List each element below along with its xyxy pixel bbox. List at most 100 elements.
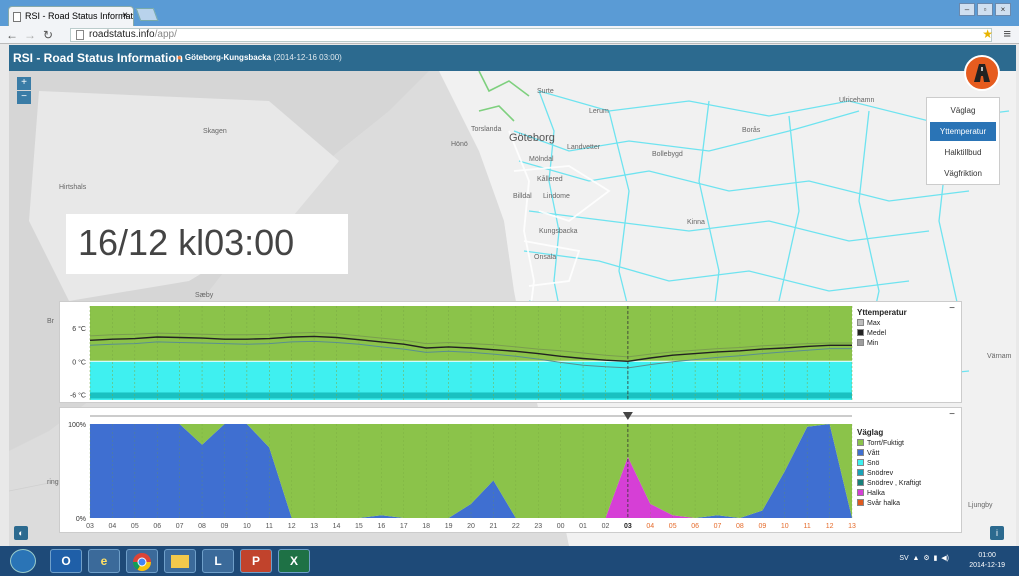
browser-tab[interactable]: RSI - Road Status Informat ×	[8, 6, 134, 26]
x-tick-label: 06	[691, 523, 699, 530]
layer-button-vaglag[interactable]: Väglag	[930, 101, 996, 120]
page-icon	[13, 12, 21, 22]
x-tick-label: 03	[86, 523, 94, 530]
outlook-taskbar-button[interactable]: O	[50, 549, 82, 573]
legend-swatch	[857, 459, 864, 466]
x-tick-label: 13	[310, 523, 318, 530]
road-legend-title: Väglag	[857, 428, 884, 437]
y-tick-label: -6 °C	[70, 391, 86, 399]
location-pin-icon: ●	[177, 53, 182, 62]
x-tick-label: 21	[490, 523, 498, 530]
x-tick-label: 07	[176, 523, 184, 530]
zoom-out-button[interactable]: −	[17, 91, 31, 104]
location-date: (2014-12-16 03:00)	[273, 53, 342, 62]
x-tick-label: 10	[243, 523, 251, 530]
legend-item-min[interactable]: Min	[857, 339, 907, 349]
new-tab-button[interactable]	[135, 8, 159, 21]
legend-label: Snö	[867, 460, 880, 467]
restore-icon[interactable]: ▫	[977, 3, 993, 16]
map-label-br: Br	[47, 318, 54, 325]
legend-label: Svår halka	[867, 500, 901, 507]
map-label-hono: Hönö	[451, 141, 468, 148]
legend-item-halka[interactable]: Halka	[857, 489, 921, 499]
app-logo[interactable]	[964, 55, 1000, 91]
browser-toolbar: ← → ↻ roadstatus.info/app/ ★ ≡	[0, 26, 1019, 44]
location-label[interactable]: ● Göteborg-Kungsbacka (2014-12-16 03:00)	[177, 53, 342, 62]
legend-item-max[interactable]: Max	[857, 319, 907, 329]
forward-icon[interactable]: →	[24, 28, 36, 42]
x-tick-label: 22	[512, 523, 520, 530]
layer-button-halktillbud[interactable]: Halktillbud	[930, 143, 996, 162]
language-indicator[interactable]: SV	[899, 555, 908, 562]
layer-button-yttemperatur[interactable]: Yttemperatur	[930, 122, 996, 141]
legend-item-sno[interactable]: Snö	[857, 459, 921, 469]
x-tick-label: 14	[333, 523, 341, 530]
chrome-taskbar-button[interactable]	[126, 549, 158, 573]
map-label-ulricehamn: Ulricehamn	[839, 97, 875, 104]
url-bar[interactable]: roadstatus.info/app/	[70, 28, 992, 42]
y-tick-label: 0 °C	[72, 358, 86, 366]
bookmark-star-icon[interactable]: ★	[982, 27, 993, 41]
window-controls: – ▫ ×	[959, 3, 1011, 16]
map-label-ljungby: Ljungby	[968, 502, 993, 509]
taskbar-clock[interactable]: 01:00 2014-12-19	[969, 551, 1005, 571]
minimize-icon[interactable]: –	[959, 3, 975, 16]
folder-icon	[171, 555, 189, 568]
windows-taskbar: O e L P X SV ▲ ⚙ ▮ ◀) 01:00 2014-12-19	[0, 546, 1019, 576]
legend-item-svar-halka[interactable]: Svår halka	[857, 499, 921, 509]
close-window-icon[interactable]: ×	[995, 3, 1011, 16]
x-tick-label: 06	[153, 523, 161, 530]
legend-item-torrt[interactable]: Torrt/Fuktigt	[857, 439, 921, 449]
location-name: Göteborg-Kungsbacka	[184, 53, 272, 62]
legend-item-medel[interactable]: Medel	[857, 329, 907, 339]
x-tick-label: 09	[758, 523, 766, 530]
map[interactable]: Skagen Hirtshals Sæby Br ring Göteborg T…	[9, 71, 1016, 546]
x-tick-label: 05	[669, 523, 677, 530]
x-tick-label: 13	[848, 523, 856, 530]
legend-label: Snödrev , Kraftigt	[867, 480, 922, 487]
legend-swatch	[857, 449, 864, 456]
map-label-billdal: Billdal	[513, 193, 532, 200]
back-icon[interactable]: ←	[6, 28, 18, 42]
x-tick-label: 11	[804, 523, 811, 530]
road-condition-chart-panel: 100% 0% 03 04 05 06 07 08 09 10 11 12 13 14 15 16 17 18 19…	[59, 407, 962, 533]
clock-time: 01:00	[978, 552, 996, 559]
legend-item-snodrev[interactable]: Snödrev	[857, 469, 921, 479]
collapse-road-chart-button[interactable]: −	[949, 409, 955, 420]
menu-icon[interactable]: ≡	[1003, 26, 1011, 41]
app-header: RSI - Road Status Information ● Göteborg-…	[9, 45, 1016, 71]
map-label-bollebygd: Bollebygd	[652, 151, 683, 158]
lync-taskbar-button[interactable]: L	[202, 549, 234, 573]
x-tick-label: 09	[221, 523, 229, 530]
x-tick-label: 05	[131, 523, 139, 530]
map-label-landvetter: Landvetter	[567, 144, 601, 151]
powerpoint-taskbar-button[interactable]: P	[240, 549, 272, 573]
temperature-legend: Yttemperatur Max Medel Min	[857, 308, 907, 349]
zoom-in-button[interactable]: +	[17, 77, 31, 90]
legend-item-snodrev-kraftigt[interactable]: Snödrev , Kraftigt	[857, 479, 921, 489]
contrast-toggle-button[interactable]: ◐	[14, 526, 28, 540]
collapse-temp-chart-button[interactable]: −	[949, 303, 955, 314]
x-tick-label: 08	[198, 523, 206, 530]
map-label-skagen: Skagen	[203, 128, 227, 135]
layer-button-vagfriktion[interactable]: Vägfriktion	[930, 164, 996, 183]
start-button[interactable]	[10, 549, 36, 573]
map-label-molndal: Mölndal	[529, 156, 554, 163]
x-tick-label: 19	[445, 523, 453, 530]
x-tick-label: 02	[602, 523, 610, 530]
y-tick-label: 6 °C	[72, 325, 86, 333]
legend-swatch	[857, 329, 864, 336]
chrome-icon	[133, 553, 151, 572]
info-button[interactable]: i	[990, 526, 1004, 540]
reload-icon[interactable]: ↻	[43, 28, 53, 42]
legend-item-vatt[interactable]: Vått	[857, 449, 921, 459]
legend-label: Snödrev	[867, 470, 894, 477]
app-title: RSI - Road Status Information	[13, 51, 184, 65]
ie-taskbar-button[interactable]: e	[88, 549, 120, 573]
map-label-onsala: Onsala	[534, 254, 557, 261]
excel-taskbar-button[interactable]: X	[278, 549, 310, 573]
close-tab-icon[interactable]: ×	[122, 10, 128, 21]
legend-swatch	[857, 319, 864, 326]
explorer-taskbar-button[interactable]	[164, 549, 196, 573]
legend-label: Medel	[867, 330, 887, 337]
